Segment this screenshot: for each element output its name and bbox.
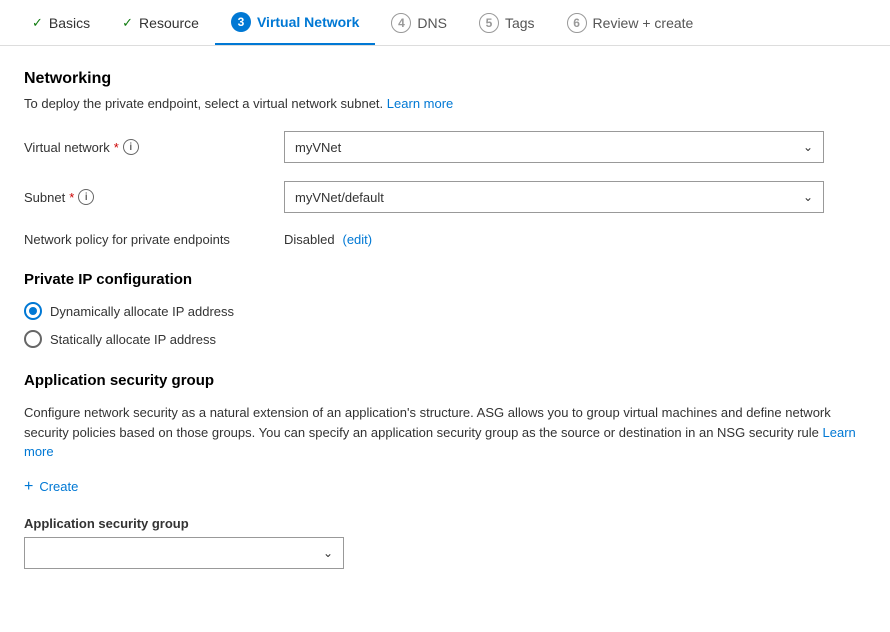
network-policy-value-container: Disabled (edit) [284,231,372,247]
step-circle-3: 3 [231,12,251,32]
networking-subtitle: To deploy the private endpoint, select a… [24,96,866,111]
networking-title: Networking [24,70,866,88]
main-content: Networking To deploy the private endpoin… [0,46,890,593]
tab-virtual-network-label: Virtual Network [257,14,359,30]
asg-title: Application security group [24,372,866,389]
step-circle-4: 4 [391,13,411,33]
tab-tags-label: Tags [505,15,535,31]
subnet-control: myVNet/default ⌄ [284,181,824,213]
subnet-dropdown[interactable]: myVNet/default ⌄ [284,181,824,213]
radio-static-label: Statically allocate IP address [50,332,216,347]
asg-description: Configure network security as a natural … [24,403,866,462]
subnet-label: Subnet * i [24,189,284,205]
plus-icon: + [24,478,33,496]
network-policy-edit-link[interactable]: (edit) [342,232,372,247]
asg-dropdown-container: ⌄ [24,537,344,569]
check-icon-resource: ✓ [122,15,133,31]
virtual-network-row: Virtual network * i myVNet ⌄ [24,131,866,163]
create-label: Create [39,479,78,494]
network-policy-value: Disabled [284,232,335,247]
virtual-network-label: Virtual network * i [24,139,284,155]
virtual-network-chevron-icon: ⌄ [803,140,813,154]
private-ip-title: Private IP configuration [24,271,866,288]
subnet-value: myVNet/default [295,190,384,205]
tab-virtual-network[interactable]: 3 Virtual Network [215,0,375,45]
check-icon-basics: ✓ [32,15,43,31]
asg-create-link[interactable]: + Create [24,478,866,496]
tab-review-create[interactable]: 6 Review + create [551,0,710,45]
network-policy-row: Network policy for private endpoints Dis… [24,231,866,247]
virtual-network-control: myVNet ⌄ [284,131,824,163]
tab-resource[interactable]: ✓ Resource [106,0,215,45]
network-policy-label: Network policy for private endpoints [24,232,284,247]
virtual-network-info-icon[interactable]: i [123,139,139,155]
virtual-network-value: myVNet [295,140,341,155]
tab-dns[interactable]: 4 DNS [375,0,463,45]
private-ip-radio-group: Dynamically allocate IP address Statical… [24,302,866,348]
tab-dns-label: DNS [417,15,447,31]
subnet-row: Subnet * i myVNet/default ⌄ [24,181,866,213]
tab-review-create-label: Review + create [593,15,694,31]
radio-dynamic[interactable]: Dynamically allocate IP address [24,302,866,320]
tab-resource-label: Resource [139,15,199,31]
radio-static-outer [24,330,42,348]
radio-dynamic-outer [24,302,42,320]
tab-tags[interactable]: 5 Tags [463,0,551,45]
asg-field-label: Application security group [24,516,866,531]
subnet-required: * [69,190,74,205]
radio-dynamic-label: Dynamically allocate IP address [50,304,234,319]
virtual-network-dropdown[interactable]: myVNet ⌄ [284,131,824,163]
wizard-tabs: ✓ Basics ✓ Resource 3 Virtual Network 4 … [0,0,890,46]
radio-static[interactable]: Statically allocate IP address [24,330,866,348]
tab-basics-label: Basics [49,15,90,31]
learn-more-link[interactable]: Learn more [387,96,453,111]
subnet-info-icon[interactable]: i [78,189,94,205]
asg-dropdown[interactable]: ⌄ [24,537,344,569]
step-circle-5: 5 [479,13,499,33]
virtual-network-required: * [114,140,119,155]
tab-basics[interactable]: ✓ Basics [16,0,106,45]
step-circle-6: 6 [567,13,587,33]
subnet-chevron-icon: ⌄ [803,190,813,204]
radio-dynamic-inner [29,307,37,315]
asg-chevron-icon: ⌄ [323,546,333,560]
